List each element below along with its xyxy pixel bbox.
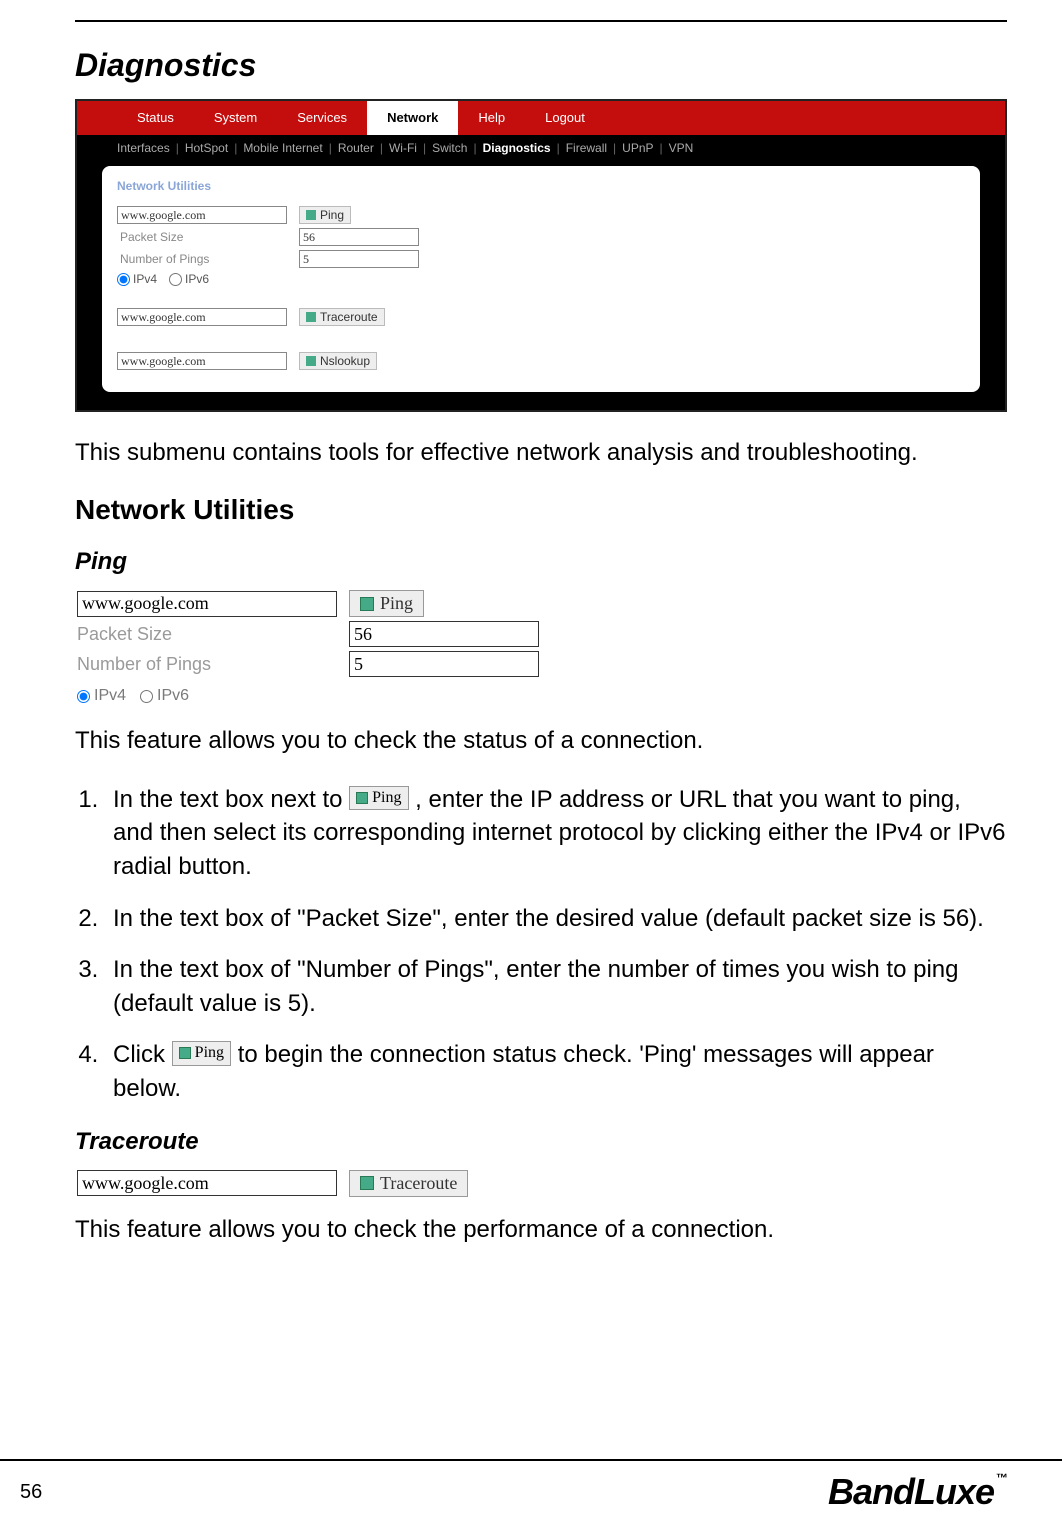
page-title: Diagnostics: [75, 47, 1007, 84]
ping-detail-ipv6-radio[interactable]: IPv6: [140, 687, 189, 705]
sub-tabs: Interfaces| HotSpot| Mobile Internet| Ro…: [77, 135, 1005, 161]
step-3: In the text box of "Number of Pings", en…: [105, 953, 1007, 1020]
step-1: In the text box next to Ping , enter the…: [105, 783, 1007, 884]
page: Diagnostics Status System Services Netwo…: [0, 0, 1062, 1538]
ping-detail-button[interactable]: Ping: [349, 590, 424, 617]
trademark-icon: ™: [996, 1471, 1007, 1485]
top-rule: [75, 20, 1007, 22]
play-icon: [360, 597, 374, 611]
tab-logout[interactable]: Logout: [525, 101, 605, 135]
packet-size-label: Packet Size: [117, 228, 287, 246]
main-tabs: Status System Services Network Help Logo…: [77, 101, 1005, 135]
traceroute-host-input[interactable]: [117, 308, 287, 326]
ping-button[interactable]: Ping: [299, 206, 351, 224]
ping-desc: This feature allows you to check the sta…: [75, 725, 1007, 757]
subtab-firewall[interactable]: Firewall: [566, 141, 607, 155]
subtab-vpn[interactable]: VPN: [669, 141, 694, 155]
ipv4-radio[interactable]: IPv4: [117, 272, 157, 286]
play-icon: [360, 1176, 374, 1190]
ping-steps: In the text box next to Ping , enter the…: [105, 783, 1007, 1106]
num-pings-input[interactable]: [299, 250, 419, 268]
ping-detail-host-input[interactable]: [77, 591, 337, 617]
brand-logo: BandLuxe™: [828, 1471, 1007, 1513]
step-2: In the text box of "Packet Size", enter …: [105, 902, 1007, 936]
ping-heading: Ping: [75, 548, 1007, 576]
play-icon: [179, 1047, 191, 1059]
inline-ping-button-2: Ping: [172, 1041, 231, 1065]
play-icon: [356, 792, 368, 804]
packet-size-input[interactable]: [299, 228, 419, 246]
subtab-router[interactable]: Router: [338, 141, 374, 155]
play-icon: [306, 356, 316, 366]
tab-system[interactable]: System: [194, 101, 277, 135]
ping-detail-num-input[interactable]: [349, 651, 539, 677]
inline-ping-button: Ping: [349, 786, 408, 810]
router-screenshot: Status System Services Network Help Logo…: [75, 99, 1007, 412]
num-pings-label: Number of Pings: [117, 250, 287, 268]
traceroute-button[interactable]: Traceroute: [299, 308, 385, 326]
panel-header: Network Utilities: [117, 176, 965, 196]
tab-help[interactable]: Help: [458, 101, 525, 135]
traceroute-desc: This feature allows you to check the per…: [75, 1214, 1007, 1246]
subtab-switch[interactable]: Switch: [432, 141, 467, 155]
step-4: Click Ping to begin the connection statu…: [105, 1038, 1007, 1105]
subtab-diagnostics[interactable]: Diagnostics: [483, 141, 551, 155]
play-icon: [306, 210, 316, 220]
traceroute-detail: Traceroute: [75, 1168, 1007, 1199]
ping-detail-packet-input[interactable]: [349, 621, 539, 647]
traceroute-detail-button[interactable]: Traceroute: [349, 1170, 468, 1197]
ping-detail-ipv4-radio[interactable]: IPv4: [77, 687, 126, 705]
network-utilities-panel: Network Utilities Ping Packet Size Numbe…: [102, 166, 980, 392]
play-icon: [306, 312, 316, 322]
nslookup-host-input[interactable]: [117, 352, 287, 370]
subtab-mobile[interactable]: Mobile Internet: [243, 141, 322, 155]
ipv6-radio[interactable]: IPv6: [169, 272, 209, 286]
tab-network[interactable]: Network: [367, 101, 458, 135]
subtab-hotspot[interactable]: HotSpot: [185, 141, 228, 155]
traceroute-detail-host-input[interactable]: [77, 1170, 337, 1196]
traceroute-heading: Traceroute: [75, 1128, 1007, 1156]
tab-status[interactable]: Status: [117, 101, 194, 135]
network-utilities-heading: Network Utilities: [75, 494, 1007, 526]
subtab-upnp[interactable]: UPnP: [622, 141, 653, 155]
intro-text: This submenu contains tools for effectiv…: [75, 437, 1007, 469]
subtab-wifi[interactable]: Wi-Fi: [389, 141, 417, 155]
ping-detail: Ping Packet Size Number of Pings IPv4 IP…: [75, 588, 1007, 713]
tab-services[interactable]: Services: [277, 101, 367, 135]
page-number: 56: [20, 1481, 42, 1504]
ping-detail-num-label: Number of Pings: [77, 654, 211, 674]
ping-detail-packet-label: Packet Size: [77, 624, 172, 644]
subtab-interfaces[interactable]: Interfaces: [117, 141, 170, 155]
footer: 56 BandLuxe™: [0, 1459, 1062, 1513]
ping-host-input[interactable]: [117, 206, 287, 224]
nslookup-button[interactable]: Nslookup: [299, 352, 377, 370]
